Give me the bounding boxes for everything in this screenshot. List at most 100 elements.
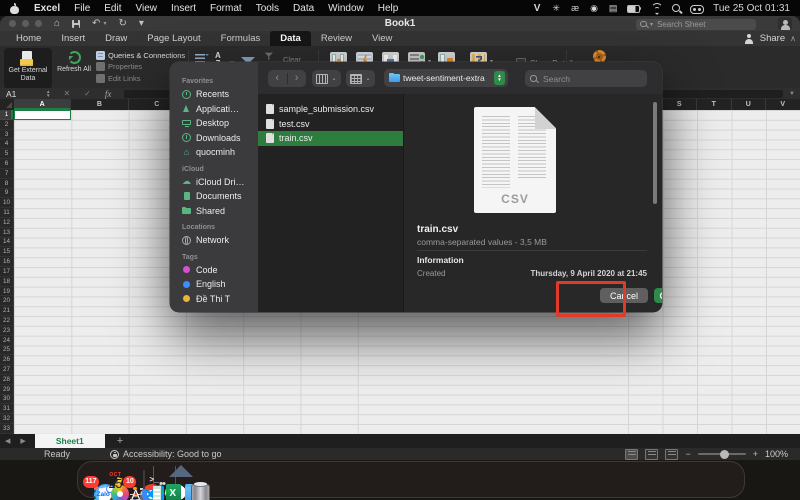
sidebar-item-thi-t[interactable]: Đề Thi T xyxy=(170,292,258,307)
row-header-10[interactable]: 10 xyxy=(0,198,13,208)
page-layout-view-button[interactable] xyxy=(645,449,658,460)
menu-window[interactable]: Window xyxy=(321,3,371,14)
menu-insert[interactable]: Insert xyxy=(164,3,203,14)
row-header-13[interactable]: 13 xyxy=(0,228,13,238)
zoom-slider[interactable] xyxy=(698,453,746,455)
dock-calendar-icon[interactable]: OCT25 xyxy=(109,468,123,491)
row-header-21[interactable]: 21 xyxy=(0,306,13,316)
row-header-5[interactable]: 5 xyxy=(0,149,13,159)
sort-ascending-icon[interactable] xyxy=(195,54,205,62)
column-header-u[interactable]: U xyxy=(732,99,767,110)
next-sheet-icon[interactable]: ▶ xyxy=(15,437,30,445)
wifi-icon[interactable] xyxy=(650,2,662,14)
zoom-window-icon[interactable] xyxy=(35,20,42,27)
column-header-s[interactable]: S xyxy=(663,99,698,110)
apple-menu-icon[interactable] xyxy=(10,4,19,13)
row-header-4[interactable]: 4 xyxy=(0,139,13,149)
get-external-data-button[interactable]: Get External Data xyxy=(4,48,52,89)
input-source-icon[interactable]: æ xyxy=(570,2,580,14)
row-header-32[interactable]: 32 xyxy=(0,414,13,424)
menu-edit[interactable]: Edit xyxy=(97,3,128,14)
row-header-15[interactable]: 15 xyxy=(0,247,13,257)
dialog-search-input[interactable] xyxy=(541,73,630,85)
row-header-17[interactable]: 17 xyxy=(0,267,13,277)
dock-terminal-icon[interactable]: >_ xyxy=(143,471,145,489)
current-folder-dropdown[interactable]: tweet-sentiment-extracti… ▲▼ xyxy=(384,69,508,87)
row-header-2[interactable]: 2 xyxy=(0,120,13,130)
cancel-entry-icon[interactable]: ✕ xyxy=(56,89,77,98)
tab-review[interactable]: Review xyxy=(311,31,362,46)
sidebar-item-desktop[interactable]: Desktop xyxy=(170,116,258,131)
formula-bar-dropdown-icon[interactable]: ▼ xyxy=(789,91,800,97)
confirm-entry-icon[interactable]: ✓ xyxy=(77,89,98,98)
row-header-16[interactable]: 16 xyxy=(0,257,13,267)
row-header-22[interactable]: 22 xyxy=(0,316,13,326)
row-header-20[interactable]: 20 xyxy=(0,296,13,306)
column-header-a[interactable]: A xyxy=(14,99,71,110)
row-headers[interactable]: 1234567891011121314151617181920212223242… xyxy=(0,110,14,434)
sidebar-item-recents[interactable]: Recents xyxy=(170,87,258,102)
search-sheet-field[interactable]: ▾ xyxy=(636,19,756,30)
file-row-train-csv[interactable]: train.csv xyxy=(258,131,403,146)
sidebar-item-shared[interactable]: Shared xyxy=(170,204,258,219)
name-box[interactable]: A1 xyxy=(0,89,46,99)
zoom-level[interactable]: 100% xyxy=(765,449,788,459)
menu-data[interactable]: Data xyxy=(286,3,321,14)
row-header-18[interactable]: 18 xyxy=(0,277,13,287)
menu-file[interactable]: File xyxy=(67,3,97,14)
normal-view-button[interactable] xyxy=(625,449,638,460)
home-quick-button[interactable]: ⌂ xyxy=(54,18,60,29)
row-header-28[interactable]: 28 xyxy=(0,375,13,385)
preview-scrollbar[interactable] xyxy=(653,102,657,204)
collapse-ribbon-icon[interactable]: ∧ xyxy=(790,34,796,43)
file-row-sample-submission-csv[interactable]: sample_submission.csv xyxy=(258,102,403,117)
prev-sheet-icon[interactable]: ◀ xyxy=(0,437,15,445)
tab-insert[interactable]: Insert xyxy=(51,31,95,46)
sidebar-item-icloud-dri[interactable]: ☁iCloud Dri… xyxy=(170,175,258,190)
row-header-1[interactable]: 1 xyxy=(0,110,13,120)
column-header-v[interactable]: V xyxy=(766,99,800,110)
quick-access-dropdown-icon[interactable]: ▾ xyxy=(139,18,144,29)
row-header-25[interactable]: 25 xyxy=(0,346,13,356)
refresh-all-button[interactable]: Refresh All xyxy=(56,48,92,89)
sidebar-item-downloads[interactable]: Downloads xyxy=(170,131,258,146)
sidebar-item-network[interactable]: Network xyxy=(170,233,258,248)
row-header-31[interactable]: 31 xyxy=(0,404,13,414)
tab-page-layout[interactable]: Page Layout xyxy=(137,31,210,46)
get-data-button[interactable]: Get Data xyxy=(654,288,662,303)
menu-tools[interactable]: Tools xyxy=(249,3,286,14)
folder-stepper-icon[interactable]: ▲▼ xyxy=(494,71,505,85)
tab-view[interactable]: View xyxy=(362,31,402,46)
zoom-slider-knob[interactable] xyxy=(720,450,729,459)
display-icon[interactable]: ▤ xyxy=(608,2,618,14)
row-header-9[interactable]: 9 xyxy=(0,189,13,199)
dialog-search-field[interactable] xyxy=(525,70,647,87)
control-center-icon[interactable] xyxy=(690,2,703,14)
row-header-19[interactable]: 19 xyxy=(0,287,13,297)
profile-icon[interactable] xyxy=(778,17,792,30)
minimize-window-icon[interactable] xyxy=(22,20,29,27)
sidebar-item-quocminh[interactable]: ⌂quocminh xyxy=(170,145,258,160)
zoom-in-button[interactable]: + xyxy=(753,449,758,459)
v-logo-icon[interactable]: V xyxy=(532,2,542,14)
save-button[interactable] xyxy=(72,20,80,28)
column-header-t[interactable]: T xyxy=(697,99,732,110)
add-sheet-button[interactable]: + xyxy=(105,435,135,447)
zoom-out-button[interactable]: − xyxy=(685,449,690,459)
tab-data[interactable]: Data xyxy=(270,31,311,46)
record-icon[interactable]: ◉ xyxy=(589,2,599,14)
battery-icon[interactable] xyxy=(627,2,641,14)
search-sheet-input[interactable] xyxy=(655,19,739,30)
select-all-corner[interactable] xyxy=(0,99,15,110)
group-view-button[interactable]: ⌄ xyxy=(346,70,375,87)
tab-draw[interactable]: Draw xyxy=(95,31,137,46)
menu-format[interactable]: Format xyxy=(203,3,249,14)
row-header-23[interactable]: 23 xyxy=(0,326,13,336)
row-header-6[interactable]: 6 xyxy=(0,159,13,169)
row-header-12[interactable]: 12 xyxy=(0,218,13,228)
row-header-26[interactable]: 26 xyxy=(0,355,13,365)
fan-icon[interactable]: ✳ xyxy=(551,2,561,14)
insert-function-icon[interactable]: fx xyxy=(98,89,119,99)
row-header-14[interactable]: 14 xyxy=(0,238,13,248)
page-break-view-button[interactable] xyxy=(665,449,678,460)
